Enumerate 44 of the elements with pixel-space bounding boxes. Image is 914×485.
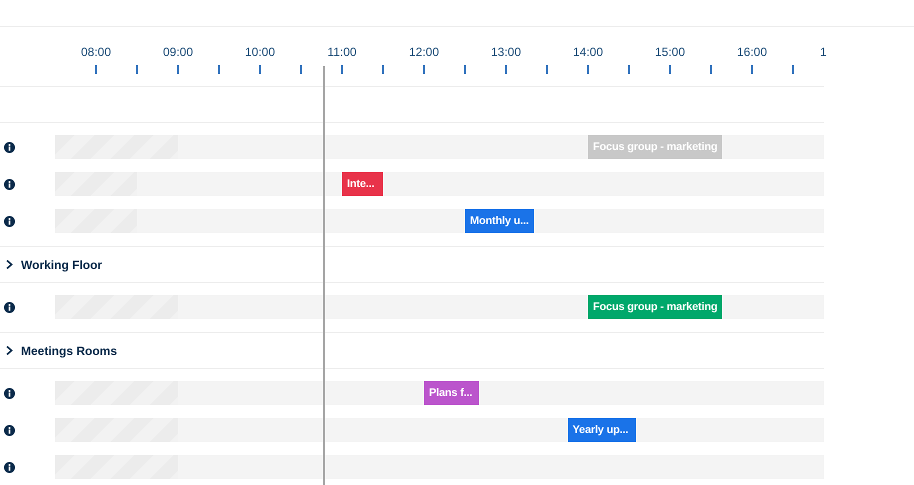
time-label: 1 (820, 45, 827, 59)
tick-mark (95, 65, 97, 74)
tick-mark (587, 65, 589, 74)
tick-mark (751, 65, 753, 74)
time-label: 10:00 (244, 45, 276, 59)
group-label: Meetings Rooms (21, 344, 118, 358)
tick-mark (710, 65, 712, 74)
tick-mark (136, 65, 138, 74)
info-icon[interactable] (4, 424, 15, 436)
tick-mark (792, 65, 794, 74)
tick-mark (218, 65, 220, 74)
info-icon[interactable] (4, 388, 15, 398)
chevron-icon[interactable] (5, 345, 14, 356)
tick-mark (177, 65, 179, 74)
tick-mark (300, 65, 302, 74)
info-icon[interactable] (4, 216, 15, 226)
time-label: 15:00 (654, 45, 686, 59)
info-icon[interactable] (4, 142, 15, 152)
tick-mark (628, 65, 630, 74)
time-label: 08:00 (80, 45, 112, 59)
time-label: 09:00 (162, 45, 194, 59)
event-block[interactable]: Monthly u... (465, 209, 534, 233)
chevron-icon[interactable] (5, 259, 14, 270)
time-label: 16:00 (736, 45, 768, 59)
event-block[interactable]: Inte... (342, 172, 383, 196)
tick-mark (505, 65, 507, 74)
info-icon[interactable] (4, 178, 15, 190)
event-block[interactable]: Yearly up... (568, 418, 636, 442)
event-block[interactable]: Focus group - marketing (588, 295, 722, 319)
tick-mark (546, 65, 548, 74)
time-label: 13:00 (490, 45, 522, 59)
tick-mark (341, 65, 343, 74)
info-icon[interactable] (4, 302, 15, 312)
group-label: Working Floor (21, 258, 102, 272)
tick-mark (669, 65, 671, 74)
tick-mark (423, 65, 425, 74)
tick-mark (464, 65, 466, 74)
info-icon[interactable] (4, 462, 15, 472)
tick-mark (259, 65, 261, 74)
tick-mark (382, 65, 384, 74)
time-label: 14:00 (572, 45, 604, 59)
time-label: 12:00 (408, 45, 440, 59)
time-label: 11:00 (327, 45, 357, 59)
event-block[interactable]: Plans f... (424, 381, 479, 405)
